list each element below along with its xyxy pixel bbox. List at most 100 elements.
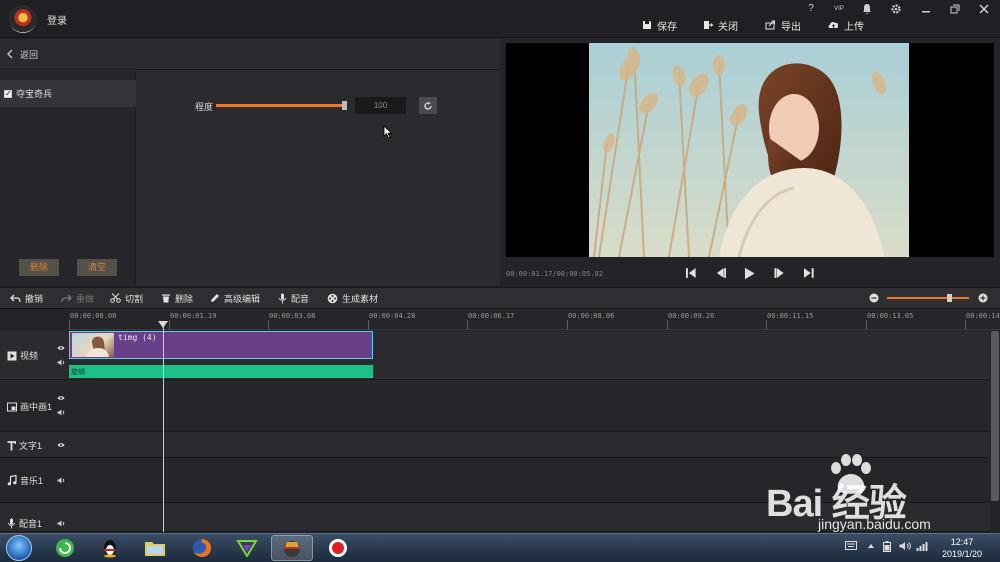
tray-expand-icon[interactable]: [867, 543, 875, 549]
cut-label: 切割: [125, 293, 144, 304]
delete-label: 删除: [175, 293, 194, 304]
restore-icon[interactable]: [949, 3, 965, 15]
battery-icon[interactable]: [883, 541, 891, 552]
effect-item-label: 夺宝奇兵: [16, 89, 53, 99]
upload-label: 上传: [844, 21, 864, 33]
degree-value-input[interactable]: 100: [355, 97, 406, 114]
zoom-out-icon[interactable]: [869, 293, 879, 303]
step-forward-icon[interactable]: [774, 267, 786, 279]
app-logo: [9, 5, 37, 33]
eye-icon[interactable]: [57, 345, 65, 351]
zoom-slider-handle[interactable]: [947, 294, 952, 302]
effect-item[interactable]: ✓ 夺宝奇兵: [0, 80, 136, 107]
video-clip[interactable]: [69, 331, 373, 359]
circular-arrow-icon: [56, 539, 74, 557]
skip-to-end-icon[interactable]: [803, 267, 815, 279]
bell-icon[interactable]: [861, 3, 877, 15]
save-icon: [643, 21, 651, 29]
record-icon: [329, 539, 347, 557]
close-project-label: 关闭: [718, 21, 738, 33]
ruler-tick: [268, 320, 269, 330]
delete-button[interactable]: 删除: [161, 287, 193, 309]
generate-material-button[interactable]: 生成素材: [327, 287, 378, 309]
close-project-button[interactable]: 关闭: [703, 17, 738, 33]
scissors-icon: [110, 293, 121, 303]
dub-button[interactable]: 配音: [278, 287, 309, 309]
playhead-line[interactable]: [163, 322, 164, 532]
login-link[interactable]: 登录: [47, 12, 67, 27]
upload-button[interactable]: 上传: [828, 17, 864, 33]
timeline-scrollbar[interactable]: [991, 331, 999, 501]
step-back-icon[interactable]: [715, 267, 727, 279]
degree-slider-handle[interactable]: [342, 101, 347, 110]
ruler-label: 00:00:01.19: [170, 312, 217, 320]
save-button[interactable]: 保存: [642, 17, 677, 33]
export-icon: [765, 20, 775, 30]
microphone-icon: [8, 518, 15, 529]
clear-effects-button[interactable]: 清空: [77, 259, 117, 276]
track-label-dub: 配音1: [7, 517, 42, 530]
save-label: 保存: [657, 21, 677, 33]
volume-icon[interactable]: [899, 541, 911, 551]
speaker-icon[interactable]: [57, 409, 65, 416]
undo-label: 撤销: [25, 293, 44, 304]
undo-icon: [10, 294, 21, 302]
track-label-music: 音乐1: [7, 474, 43, 487]
reset-button[interactable]: [419, 97, 437, 114]
vip-icon[interactable]: VIP: [831, 3, 847, 15]
play-icon[interactable]: [744, 267, 756, 280]
ruler-label: 00:00:06.17: [468, 312, 515, 320]
speaker-icon[interactable]: [57, 520, 65, 527]
ruler-tick: [368, 320, 369, 330]
taskbar-clock[interactable]: 12:47 2019/1/20: [932, 536, 992, 560]
keyboard-icon[interactable]: [845, 541, 857, 550]
ruler-tick: [766, 320, 767, 330]
track-label-pip: 画中画1: [7, 400, 52, 413]
penguin-icon: [104, 540, 116, 558]
help-icon[interactable]: ?: [803, 3, 819, 15]
close-icon[interactable]: [978, 3, 994, 15]
ruler-tick: [69, 320, 70, 330]
effect-clip[interactable]: [69, 365, 373, 378]
zoom-slider[interactable]: [887, 297, 969, 299]
export-label: 导出: [781, 21, 801, 33]
degree-slider[interactable]: [216, 104, 346, 107]
taskbar-app-recorder[interactable]: [317, 535, 359, 561]
taskbar-app-explorer[interactable]: [134, 535, 176, 561]
playhead-handle[interactable]: [158, 321, 168, 328]
track-label-video: 视频: [7, 349, 38, 362]
taskbar-app-firefox[interactable]: [181, 535, 223, 561]
ruler-label: 00:00:09.26: [668, 312, 715, 320]
delete-effect-button[interactable]: 删除: [19, 259, 59, 276]
zoom-in-icon[interactable]: [978, 293, 988, 303]
back-button[interactable]: 返回: [0, 39, 500, 70]
eye-icon[interactable]: [57, 395, 65, 401]
network-signal-icon[interactable]: [916, 541, 928, 551]
exit-icon: [704, 21, 713, 29]
effect-clip-label: 旋辑: [71, 369, 85, 376]
track-label-text: 配音1: [19, 519, 43, 529]
export-button[interactable]: 导出: [765, 17, 801, 33]
speaker-icon[interactable]: [57, 477, 65, 484]
start-button[interactable]: [6, 535, 32, 561]
redo-button[interactable]: 重做: [61, 287, 94, 309]
folder-icon: [145, 542, 165, 556]
advanced-edit-button[interactable]: 高级编辑: [210, 287, 260, 309]
track-label-text: 画中画1: [20, 402, 53, 412]
eye-icon[interactable]: [57, 442, 65, 448]
track-row-pip: [0, 380, 990, 432]
text-icon: [7, 440, 16, 450]
taskbar-app-current[interactable]: [271, 535, 313, 561]
effect-checkbox[interactable]: ✓: [4, 89, 12, 98]
undo-button[interactable]: 撤销: [10, 287, 43, 309]
ruler-label: 00:00:04.28: [369, 312, 416, 320]
speaker-icon[interactable]: [57, 359, 65, 366]
taskbar-app-360[interactable]: [44, 535, 86, 561]
cut-button[interactable]: 切割: [110, 287, 143, 309]
taskbar-app-qq[interactable]: [89, 535, 131, 561]
minimize-icon[interactable]: [920, 3, 936, 15]
taskbar-app-editor[interactable]: [226, 535, 268, 561]
track-label-text: 音乐1: [20, 476, 44, 486]
gear-icon[interactable]: [890, 3, 906, 15]
skip-to-start-icon[interactable]: [685, 267, 697, 279]
